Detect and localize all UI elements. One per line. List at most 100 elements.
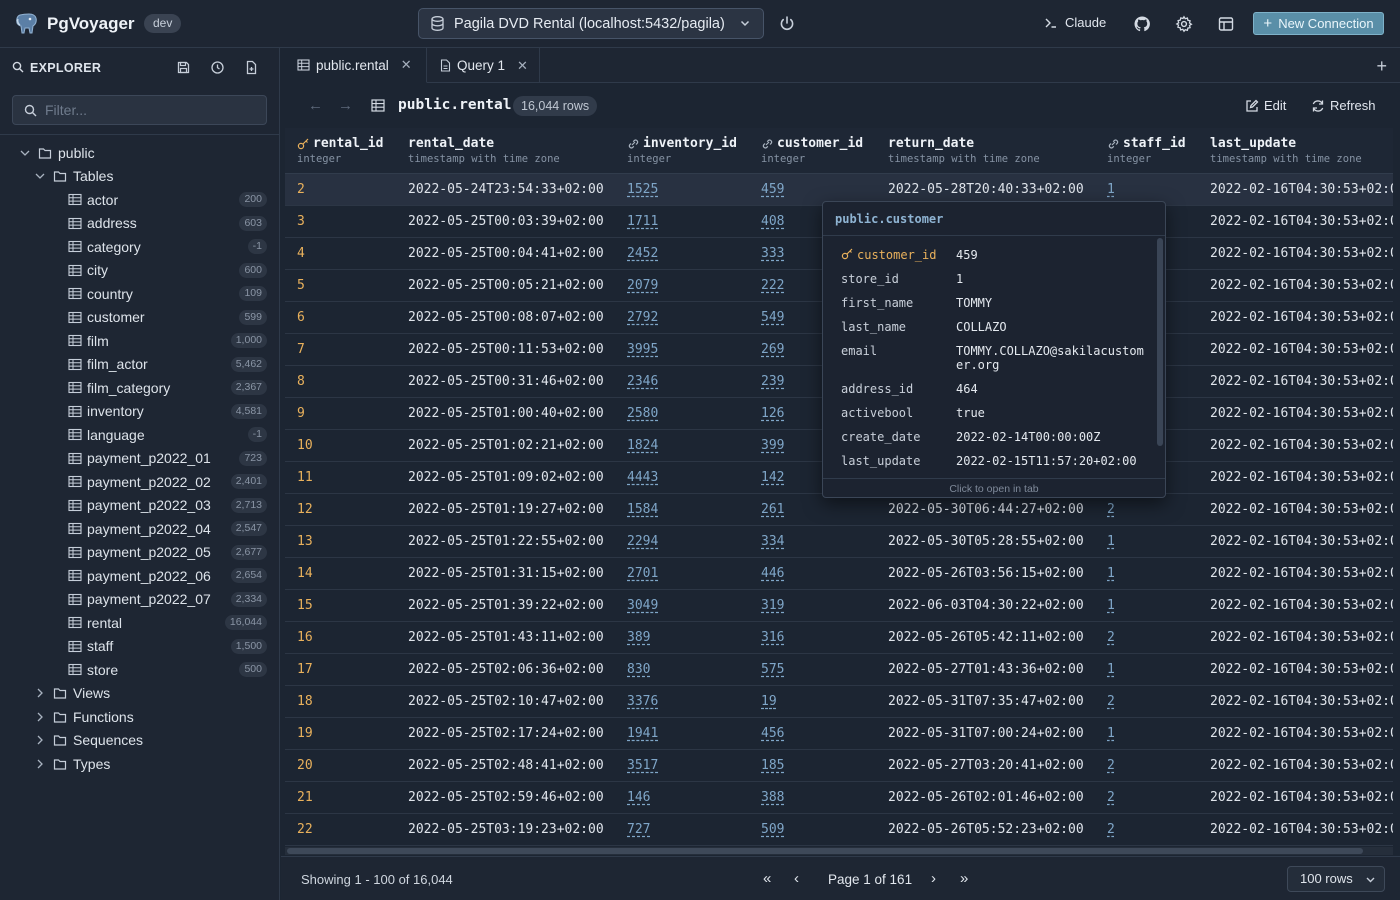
cell-staff_id[interactable]: 1 — [1107, 182, 1115, 197]
table-row[interactable]: 18 2022-05-25T02:10:47+02:00 3376 19 2022-05… — [285, 686, 1393, 718]
cell-customer_id[interactable]: 19 — [761, 694, 777, 709]
cell-customer_id[interactable]: 222 — [761, 278, 784, 293]
cell-staff_id[interactable]: 1 — [1107, 662, 1115, 677]
column-header-staff_id[interactable]: staff_id integer — [1107, 136, 1186, 165]
cell-staff_id[interactable]: 2 — [1107, 758, 1115, 773]
tree-table-payment_p2022_05[interactable]: payment_p2022_05 2,677 — [68, 541, 279, 564]
table-row[interactable]: 15 2022-05-25T01:39:22+02:00 3049 319 2022-0… — [285, 590, 1393, 622]
edit-button[interactable]: Edit — [1245, 98, 1286, 113]
close-icon[interactable]: ✕ — [401, 57, 412, 73]
back-arrow-icon[interactable]: ← — [308, 97, 323, 114]
cell-staff_id[interactable]: 1 — [1107, 726, 1115, 741]
tab-query-1[interactable]: Query 1 ✕ — [427, 48, 540, 83]
table-row[interactable]: 21 2022-05-25T02:59:46+02:00 146 388 2022-05… — [285, 782, 1393, 814]
cell-staff_id[interactable]: 2 — [1107, 822, 1115, 837]
tree-table-payment_p2022_06[interactable]: payment_p2022_06 2,654 — [68, 564, 279, 587]
tree-table-payment_p2022_02[interactable]: payment_p2022_02 2,401 — [68, 470, 279, 493]
cell-staff_id[interactable]: 2 — [1107, 694, 1115, 709]
cell-customer_id[interactable]: 575 — [761, 662, 784, 677]
first-page-icon[interactable]: « — [763, 870, 771, 887]
cell-inventory_id[interactable]: 2294 — [627, 534, 658, 549]
tree-table-payment_p2022_07[interactable]: payment_p2022_07 2,334 — [68, 588, 279, 611]
cell-customer_id[interactable]: 316 — [761, 630, 784, 645]
tree-group-tables[interactable]: Tables — [33, 165, 279, 188]
cell-staff_id[interactable]: 2 — [1107, 790, 1115, 805]
new-file-icon[interactable] — [244, 60, 259, 75]
cell-inventory_id[interactable]: 3376 — [627, 694, 658, 709]
table-row[interactable]: 19 2022-05-25T02:17:24+02:00 1941 456 2022-0… — [285, 718, 1393, 750]
column-header-inventory_id[interactable]: inventory_id integer — [627, 136, 737, 165]
cell-customer_id[interactable]: 399 — [761, 438, 784, 453]
cell-inventory_id[interactable]: 2079 — [627, 278, 658, 293]
close-icon[interactable]: ✕ — [517, 58, 528, 74]
cell-inventory_id[interactable]: 2701 — [627, 566, 658, 581]
cell-customer_id[interactable]: 549 — [761, 310, 784, 325]
cell-customer_id[interactable]: 456 — [761, 726, 784, 741]
gear-icon[interactable] — [1175, 15, 1193, 33]
tree-table-payment_p2022_04[interactable]: payment_p2022_04 2,547 — [68, 517, 279, 540]
cell-inventory_id[interactable]: 3517 — [627, 758, 658, 773]
cell-staff_id[interactable]: 2 — [1107, 630, 1115, 645]
layout-icon[interactable] — [1217, 15, 1235, 33]
power-icon[interactable] — [778, 15, 796, 33]
tree-table-customer[interactable]: customer 599 — [68, 306, 279, 329]
tree-schema-public[interactable]: public — [18, 141, 279, 164]
tree-table-inventory[interactable]: inventory 4,581 — [68, 400, 279, 423]
cell-inventory_id[interactable]: 1824 — [627, 438, 658, 453]
tree-table-language[interactable]: language -1 — [68, 423, 279, 446]
tree-group-functions[interactable]: Functions — [33, 705, 279, 728]
tree-table-film[interactable]: film 1,000 — [68, 329, 279, 352]
cell-staff_id[interactable]: 1 — [1107, 566, 1115, 581]
cell-inventory_id[interactable]: 1584 — [627, 502, 658, 517]
history-icon[interactable] — [210, 60, 225, 75]
cell-customer_id[interactable]: 388 — [761, 790, 784, 805]
tree-table-film_category[interactable]: film_category 2,367 — [68, 376, 279, 399]
tree-group-sequences[interactable]: Sequences — [33, 729, 279, 752]
cell-inventory_id[interactable]: 727 — [627, 822, 650, 837]
cell-customer_id[interactable]: 142 — [761, 470, 784, 485]
tree-table-payment_p2022_01[interactable]: payment_p2022_01 723 — [68, 447, 279, 470]
tree-table-payment_p2022_03[interactable]: payment_p2022_03 2,713 — [68, 494, 279, 517]
cell-staff_id[interactable]: 1 — [1107, 598, 1115, 613]
cell-staff_id[interactable]: 1 — [1107, 534, 1115, 549]
cell-customer_id[interactable]: 126 — [761, 406, 784, 421]
cell-customer_id[interactable]: 269 — [761, 342, 784, 357]
scrollbar-thumb[interactable] — [287, 848, 1363, 854]
cell-customer_id[interactable]: 239 — [761, 374, 784, 389]
table-row[interactable]: 12 2022-05-25T01:19:27+02:00 1584 261 2022-0… — [285, 494, 1393, 526]
cell-inventory_id[interactable]: 3049 — [627, 598, 658, 613]
table-row[interactable]: 22 2022-05-25T03:19:23+02:00 727 509 2022-05… — [285, 814, 1393, 846]
cell-customer_id[interactable]: 185 — [761, 758, 784, 773]
prev-page-icon[interactable]: ‹ — [794, 870, 799, 887]
cell-inventory_id[interactable]: 830 — [627, 662, 650, 677]
tree-table-address[interactable]: address 603 — [68, 212, 279, 235]
table-row[interactable]: 17 2022-05-25T02:06:36+02:00 830 575 2022-05… — [285, 654, 1393, 686]
cell-inventory_id[interactable]: 1711 — [627, 214, 658, 229]
claude-button[interactable]: Claude — [1044, 15, 1106, 30]
new-connection-button[interactable]: + New Connection — [1253, 12, 1384, 35]
cell-customer_id[interactable]: 509 — [761, 822, 784, 837]
cell-customer_id[interactable]: 408 — [761, 214, 784, 229]
tree-table-staff[interactable]: staff 1,500 — [68, 635, 279, 658]
column-header-rental_date[interactable]: rental_date timestamp with time zone — [408, 136, 560, 165]
preview-scrollbar[interactable] — [1157, 238, 1163, 446]
chevron-right-icon-wrap[interactable] — [33, 710, 47, 724]
tree-table-category[interactable]: category -1 — [68, 235, 279, 258]
cell-inventory_id[interactable]: 146 — [627, 790, 650, 805]
cell-customer_id[interactable]: 459 — [761, 182, 784, 197]
filter-input[interactable] — [45, 96, 260, 124]
tab-public-rental[interactable]: public.rental ✕ — [281, 48, 427, 83]
column-header-rental_id[interactable]: rental_id integer — [297, 136, 383, 165]
chevron-down-icon-wrap[interactable] — [33, 169, 47, 183]
tree-table-film_actor[interactable]: film_actor 5,462 — [68, 353, 279, 376]
new-tab-plus-icon[interactable]: + — [1376, 56, 1387, 77]
tree-table-store[interactable]: store 500 — [68, 658, 279, 681]
column-header-return_date[interactable]: return_date timestamp with time zone — [888, 136, 1040, 165]
forward-arrow-icon[interactable]: → — [338, 97, 353, 114]
tree-group-types[interactable]: Types — [33, 752, 279, 775]
next-page-icon[interactable]: › — [931, 870, 936, 887]
last-page-icon[interactable]: » — [960, 870, 968, 887]
cell-customer_id[interactable]: 319 — [761, 598, 784, 613]
github-icon[interactable] — [1133, 15, 1151, 33]
cell-inventory_id[interactable]: 2580 — [627, 406, 658, 421]
